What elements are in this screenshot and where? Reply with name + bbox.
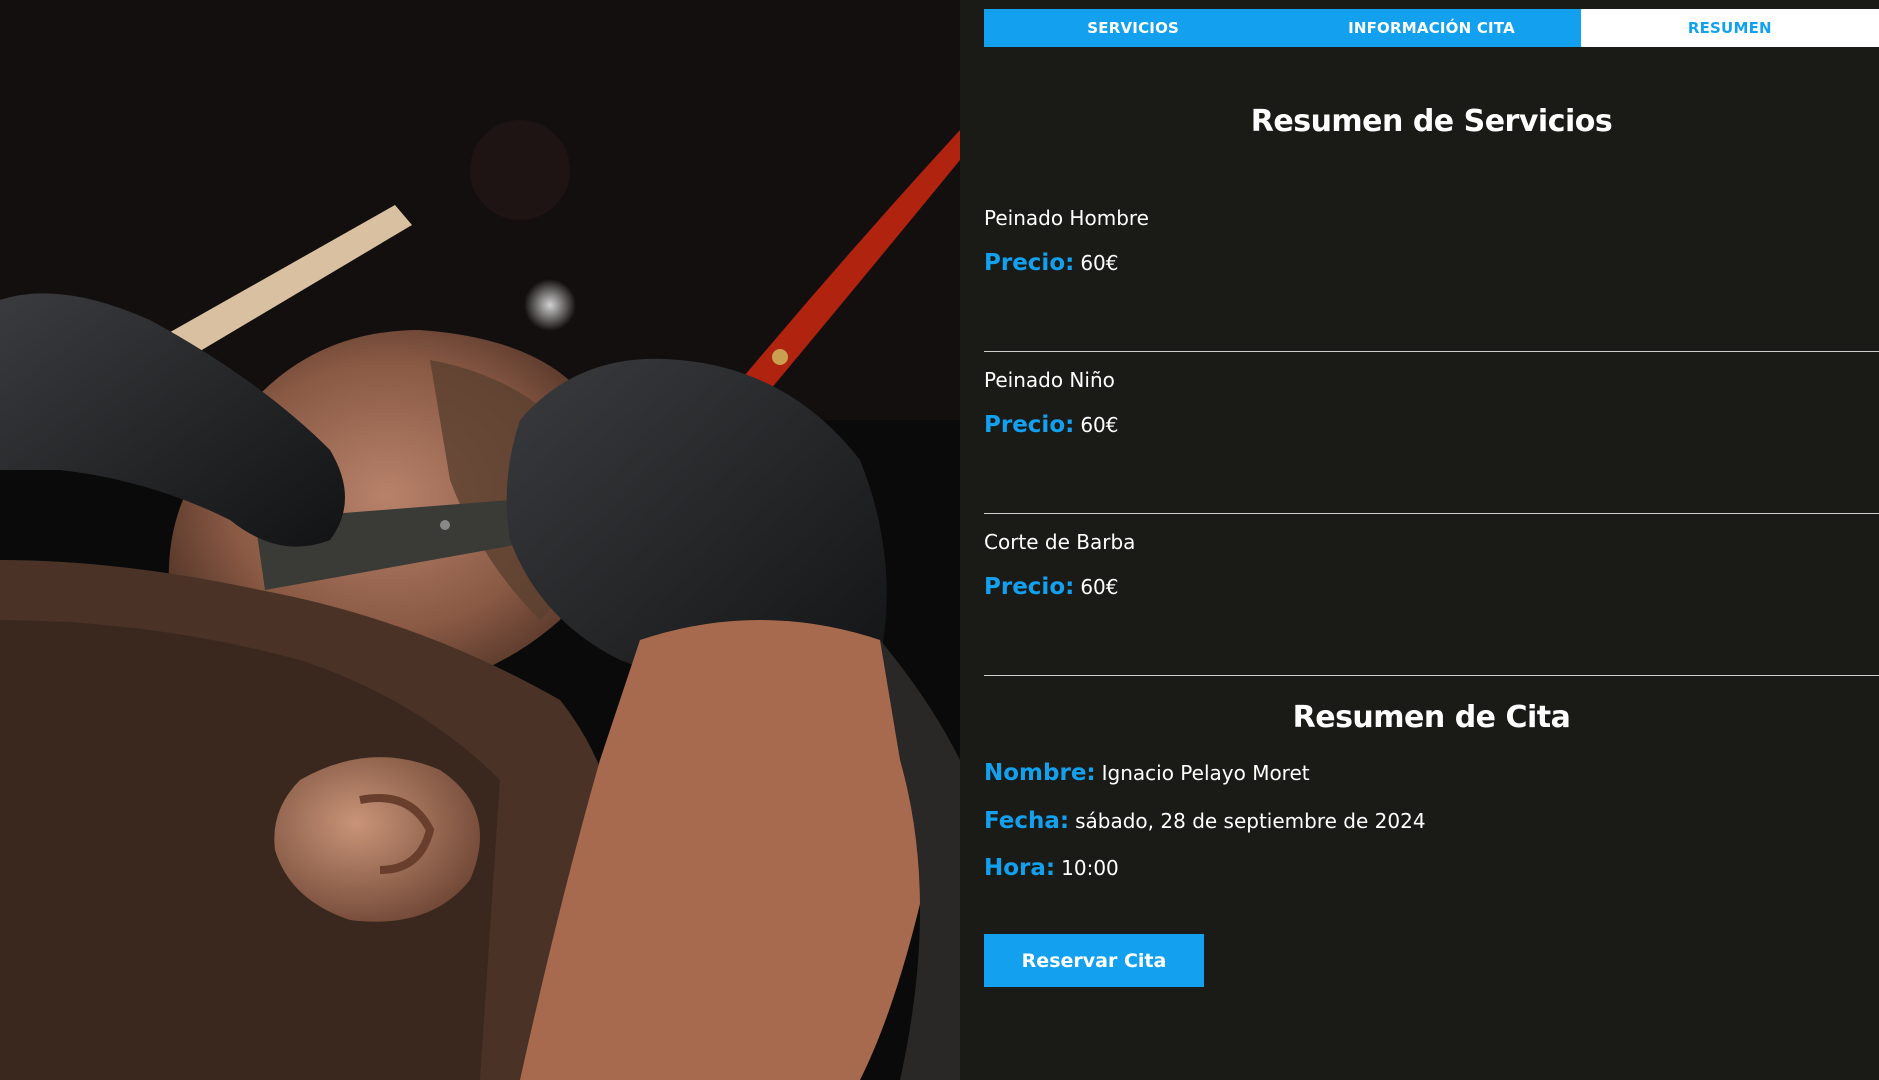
reserve-appointment-button[interactable]: Reservar Cita bbox=[984, 934, 1204, 987]
appointment-name: Nombre: Ignacio Pelayo Moret bbox=[984, 760, 1310, 786]
price-value: 60€ bbox=[1080, 251, 1119, 275]
date-value: sábado, 28 de septiembre de 2024 bbox=[1075, 809, 1426, 833]
price-label: Precio: bbox=[984, 250, 1075, 276]
service-price: Precio: 60€ bbox=[984, 412, 1119, 438]
booking-page: SERVICIOS INFORMACIÓN CITA RESUMEN Resum… bbox=[0, 0, 1879, 1080]
service-name: Peinado Niño bbox=[984, 368, 1115, 392]
appointment-time: Hora: 10:00 bbox=[984, 855, 1119, 881]
price-label: Precio: bbox=[984, 574, 1075, 600]
time-label: Hora: bbox=[984, 855, 1056, 881]
hero-image bbox=[0, 0, 960, 1080]
date-label: Fecha: bbox=[984, 808, 1070, 834]
tab-resumen[interactable]: RESUMEN bbox=[1580, 9, 1879, 47]
tab-informacion-cita[interactable]: INFORMACIÓN CITA bbox=[1282, 9, 1581, 47]
appointment-date: Fecha: sábado, 28 de septiembre de 2024 bbox=[984, 808, 1426, 834]
service-item: Peinado Niño Precio: 60€ bbox=[984, 352, 1879, 514]
price-value: 60€ bbox=[1080, 575, 1119, 599]
booking-panel: SERVICIOS INFORMACIÓN CITA RESUMEN Resum… bbox=[960, 0, 1879, 1080]
service-price: Precio: 60€ bbox=[984, 574, 1119, 600]
appointment-summary-title: Resumen de Cita bbox=[1292, 700, 1571, 735]
time-value: 10:00 bbox=[1061, 856, 1119, 880]
services-summary-title: Resumen de Servicios bbox=[1250, 104, 1613, 139]
step-tabs: SERVICIOS INFORMACIÓN CITA RESUMEN bbox=[984, 9, 1879, 47]
tab-servicios[interactable]: SERVICIOS bbox=[984, 9, 1283, 47]
price-label: Precio: bbox=[984, 412, 1075, 438]
service-item: Peinado Hombre Precio: 60€ bbox=[984, 190, 1879, 352]
service-name: Corte de Barba bbox=[984, 530, 1136, 554]
name-value: Ignacio Pelayo Moret bbox=[1101, 761, 1310, 785]
barber-shaving-photo-icon bbox=[0, 0, 960, 1080]
service-item: Corte de Barba Precio: 60€ bbox=[984, 514, 1879, 676]
service-name: Peinado Hombre bbox=[984, 206, 1149, 230]
service-price: Precio: 60€ bbox=[984, 250, 1119, 276]
price-value: 60€ bbox=[1080, 413, 1119, 437]
name-label: Nombre: bbox=[984, 760, 1096, 786]
